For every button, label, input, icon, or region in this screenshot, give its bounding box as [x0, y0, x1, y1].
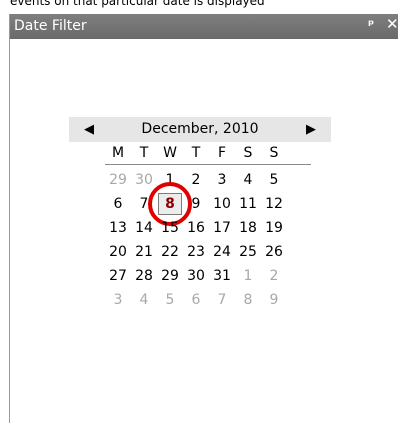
day-cell[interactable]: 3 — [105, 289, 131, 311]
day-cell[interactable]: 7 — [209, 289, 235, 311]
day-cell[interactable]: 14 — [131, 217, 157, 239]
day-cell[interactable]: 30 — [183, 265, 209, 287]
day-cell[interactable]: 4 — [131, 289, 157, 311]
day-cell[interactable]: 3 — [209, 169, 235, 191]
weekday-header: MTWTFSS — [105, 142, 311, 165]
day-cell[interactable]: 13 — [105, 217, 131, 239]
day-cell[interactable]: 27 — [105, 265, 131, 287]
day-cell[interactable]: 18 — [235, 217, 261, 239]
day-cell[interactable]: 21 — [131, 241, 157, 263]
weekday-label: S — [269, 145, 279, 161]
panel-titlebar: Date Filter ᵖ ✕ — [10, 14, 398, 39]
weekday-label: F — [217, 145, 227, 161]
weekday-label: S — [243, 145, 253, 161]
day-cell[interactable]: 2 — [261, 265, 287, 287]
day-cell[interactable]: 20 — [105, 241, 131, 263]
day-cell[interactable]: 15 — [157, 217, 183, 239]
panel-title: Date Filter — [14, 18, 87, 34]
day-cell[interactable]: 9 — [261, 289, 287, 311]
day-cell[interactable]: 8 — [235, 289, 261, 311]
day-cell[interactable]: 1 — [235, 265, 261, 287]
day-cell[interactable]: 11 — [235, 193, 261, 215]
weekday-label: T — [191, 145, 201, 161]
day-cell[interactable]: 4 — [235, 169, 261, 191]
top-caption: events on that particular date is displa… — [10, 0, 265, 8]
day-cell[interactable]: 26 — [261, 241, 287, 263]
day-cell[interactable]: 9 — [183, 193, 209, 215]
month-label: December, 2010 — [141, 121, 259, 137]
day-cell[interactable]: 29 — [105, 169, 131, 191]
day-cell[interactable]: 29 — [157, 265, 183, 287]
day-cell[interactable]: 17 — [209, 217, 235, 239]
day-cell[interactable]: 5 — [157, 289, 183, 311]
date-filter-panel: Date Filter ᵖ ✕ ◀ December, 2010 ▶ MTWTF… — [9, 14, 398, 423]
close-icon[interactable]: ✕ — [386, 16, 398, 33]
day-cell[interactable]: 31 — [209, 265, 235, 287]
weekday-label: W — [163, 145, 177, 161]
day-cell[interactable]: 19 — [261, 217, 287, 239]
day-cell[interactable]: 2 — [183, 169, 209, 191]
weekday-label: T — [139, 145, 149, 161]
day-cell[interactable]: 5 — [261, 169, 287, 191]
day-cell[interactable]: 28 — [131, 265, 157, 287]
calendar: ◀ December, 2010 ▶ MTWTFSS 29 30 1 2 3 4 5 6 7 8 9… — [69, 117, 331, 309]
day-cell[interactable]: 24 — [209, 241, 235, 263]
day-cell[interactable]: 6 — [183, 289, 209, 311]
calendar-header: ◀ December, 2010 ▶ — [69, 117, 331, 142]
weekday-label: M — [111, 145, 125, 161]
pin-icon[interactable]: ᵖ — [368, 17, 374, 34]
day-cell[interactable]: 25 — [235, 241, 261, 263]
day-cell[interactable]: 30 — [131, 169, 157, 191]
day-cell[interactable]: 6 — [105, 193, 131, 215]
day-cell[interactable]: 10 — [209, 193, 235, 215]
day-grid: 29 30 1 2 3 4 5 6 7 8 9 10 11 12 13 14 15 16 17 18 19 20 21 22 2… — [69, 165, 331, 309]
day-cell[interactable]: 23 — [183, 241, 209, 263]
chevron-right-icon[interactable]: ▶ — [306, 121, 316, 138]
day-cell[interactable]: 16 — [183, 217, 209, 239]
day-cell[interactable]: 12 — [261, 193, 287, 215]
day-cell[interactable]: 22 — [157, 241, 183, 263]
